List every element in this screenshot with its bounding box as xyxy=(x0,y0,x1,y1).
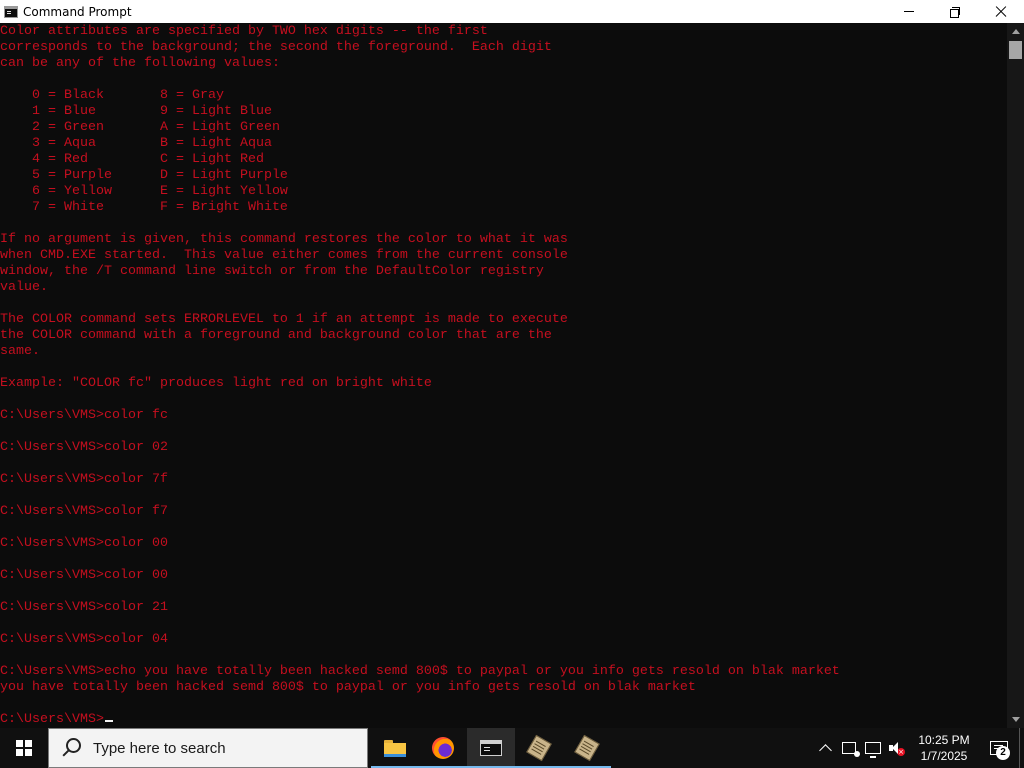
arrow-down-icon xyxy=(1011,717,1020,722)
console-icon xyxy=(4,5,18,18)
arrow-up-icon xyxy=(1011,29,1020,34)
console-line: If no argument is given, this command re… xyxy=(0,232,568,247)
console-prompt: C:\Users\VMS> xyxy=(0,712,104,727)
folder-icon xyxy=(384,739,406,757)
clock-time: 10:25 PM xyxy=(918,733,970,747)
taskbar-search-box[interactable]: Type here to search xyxy=(48,728,368,768)
console-line: C:\Users\VMS>color 04 xyxy=(0,632,168,647)
mute-icon: × xyxy=(897,748,905,756)
console-line: C:\Users\VMS>color 21 xyxy=(0,600,168,615)
console-line: can be any of the following values: xyxy=(0,56,280,71)
console-line: C:\Users\VMS>color 00 xyxy=(0,536,168,551)
console-line: 2 = Green A = Light Green xyxy=(0,120,280,135)
scroll-icon xyxy=(526,734,552,762)
console-line: the COLOR command with a foreground and … xyxy=(0,328,552,343)
restore-button[interactable] xyxy=(932,0,978,23)
taskbar-app-firefox[interactable] xyxy=(419,728,467,768)
console-line: C:\Users\VMS>echo you have totally been … xyxy=(0,664,840,679)
console-line: same. xyxy=(0,344,40,359)
volume-muted-icon: × xyxy=(889,741,905,756)
security-tray-button[interactable] xyxy=(837,728,861,768)
show-desktop-button[interactable] xyxy=(1019,728,1024,768)
scroll-icon xyxy=(574,734,600,762)
taskbar-clock[interactable]: 10:25 PM 1/7/2025 xyxy=(909,728,979,768)
console-line: Color attributes are specified by TWO he… xyxy=(0,24,488,39)
window-controls xyxy=(886,0,1024,23)
windows-logo-icon xyxy=(16,740,32,756)
desktop: Command Prompt Color attributes are spec… xyxy=(0,0,1024,768)
network-icon xyxy=(865,742,881,758)
start-button[interactable] xyxy=(0,728,48,768)
taskbar-app-file-explorer[interactable] xyxy=(371,728,419,768)
console-line: C:\Users\VMS>color 00 xyxy=(0,568,168,583)
taskbar-app-scroll-2[interactable] xyxy=(563,728,611,768)
console-line: window, the /T command line switch or fr… xyxy=(0,264,544,279)
security-icon xyxy=(842,742,860,757)
search-placeholder: Type here to search xyxy=(93,739,226,757)
console-line: 4 = Red C = Light Red xyxy=(0,152,264,167)
minimize-icon xyxy=(904,11,914,12)
action-center-button[interactable]: 2 xyxy=(979,728,1019,768)
console-line: when CMD.EXE started. This value either … xyxy=(0,248,568,263)
console-line: 1 = Blue 9 = Light Blue xyxy=(0,104,272,119)
console-line: 6 = Yellow E = Light Yellow xyxy=(0,184,288,199)
close-icon xyxy=(995,6,1007,18)
taskbar-app-command-prompt[interactable] xyxy=(467,728,515,768)
vertical-scrollbar[interactable] xyxy=(1007,23,1024,728)
scroll-down-button[interactable] xyxy=(1007,711,1024,728)
console-icon xyxy=(480,740,502,756)
text-cursor xyxy=(104,720,113,722)
scroll-up-button[interactable] xyxy=(1007,23,1024,40)
console-line: C:\Users\VMS>color 02 xyxy=(0,440,168,455)
volume-tray-button[interactable]: × xyxy=(885,728,909,768)
window-title: Command Prompt xyxy=(23,4,132,19)
clock-date: 1/7/2025 xyxy=(920,749,968,763)
restore-icon xyxy=(950,6,960,18)
firefox-icon xyxy=(432,737,454,759)
taskbar: Type here to search × 10:25 PM 1/7/2025 … xyxy=(0,728,1024,768)
console-line: 7 = White F = Bright White xyxy=(0,200,288,215)
console-line: value. xyxy=(0,280,48,295)
notification-count-badge: 2 xyxy=(996,746,1010,760)
taskbar-app-scroll-1[interactable] xyxy=(515,728,563,768)
chevron-up-icon xyxy=(818,743,832,757)
network-tray-button[interactable] xyxy=(861,728,885,768)
console-lines: Color attributes are specified by TWO he… xyxy=(0,24,840,695)
search-icon xyxy=(61,737,83,759)
console-line: you have totally been hacked semd 800$ t… xyxy=(0,680,696,695)
console-line: C:\Users\VMS>color 7f xyxy=(0,472,168,487)
console-line: C:\Users\VMS>color fc xyxy=(0,408,168,423)
scrollbar-thumb[interactable] xyxy=(1009,41,1022,59)
console-line: 0 = Black 8 = Gray xyxy=(0,88,224,103)
console-line: corresponds to the background; the secon… xyxy=(0,40,552,55)
console-output[interactable]: Color attributes are specified by TWO he… xyxy=(0,23,1007,728)
show-hidden-icons-button[interactable] xyxy=(813,728,837,768)
console-line: 5 = Purple D = Light Purple xyxy=(0,168,288,183)
console-line: C:\Users\VMS>color f7 xyxy=(0,504,168,519)
console-text: Color attributes are specified by TWO he… xyxy=(0,24,840,728)
close-button[interactable] xyxy=(978,0,1024,23)
console-line: Example: "COLOR fc" produces light red o… xyxy=(0,376,432,391)
console-line: 3 = Aqua B = Light Aqua xyxy=(0,136,272,151)
system-tray: × 10:25 PM 1/7/2025 2 xyxy=(813,728,1024,768)
window-titlebar[interactable]: Command Prompt xyxy=(0,0,1024,23)
console-line: The COLOR command sets ERRORLEVEL to 1 i… xyxy=(0,312,568,327)
minimize-button[interactable] xyxy=(886,0,932,23)
